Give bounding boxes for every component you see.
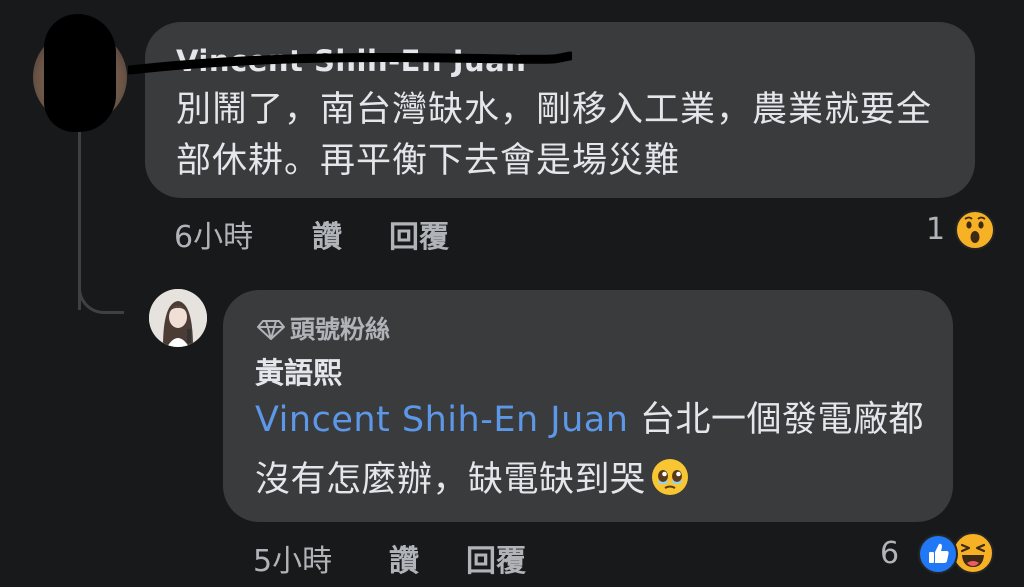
reply-text: Vincent Shih-En Juan 台北一個發電廠都沒有怎麼辦，缺電缺到哭 [255,390,935,510]
like-button[interactable]: 讚 [389,536,419,580]
reply-button[interactable]: 回覆 [389,212,449,256]
haha-icon[interactable] [952,532,994,574]
reply-avatar[interactable] [149,289,207,347]
top-fan-badge: 頭號粉絲 [256,310,390,346]
comment-timestamp[interactable]: 6小時 [174,212,253,256]
diamond-icon [257,320,285,340]
thread-reply-connector [78,280,124,314]
like-icon[interactable] [918,534,958,574]
pleading-face-emoji [651,459,688,495]
mention-link[interactable]: Vincent Shih-En Juan [255,400,628,440]
redaction-strike [128,51,572,75]
comment-text: 別鬧了，南台灣缺水，剛移入工業，農業就要全部休耕。再平衡下去會是場災難 [176,90,933,181]
like-button[interactable]: 讚 [312,212,342,256]
reply-timestamp[interactable]: 5小時 [253,536,332,580]
redaction-scribble [44,14,116,132]
reaction-count[interactable]: 6 [880,536,899,571]
reaction-count[interactable]: 1 [926,212,945,247]
reply-button[interactable]: 回覆 [466,536,526,580]
reply-author[interactable]: 黃語熙 [255,350,342,392]
badge-label: 頭號粉絲 [290,315,391,344]
wow-icon[interactable] [955,210,995,250]
